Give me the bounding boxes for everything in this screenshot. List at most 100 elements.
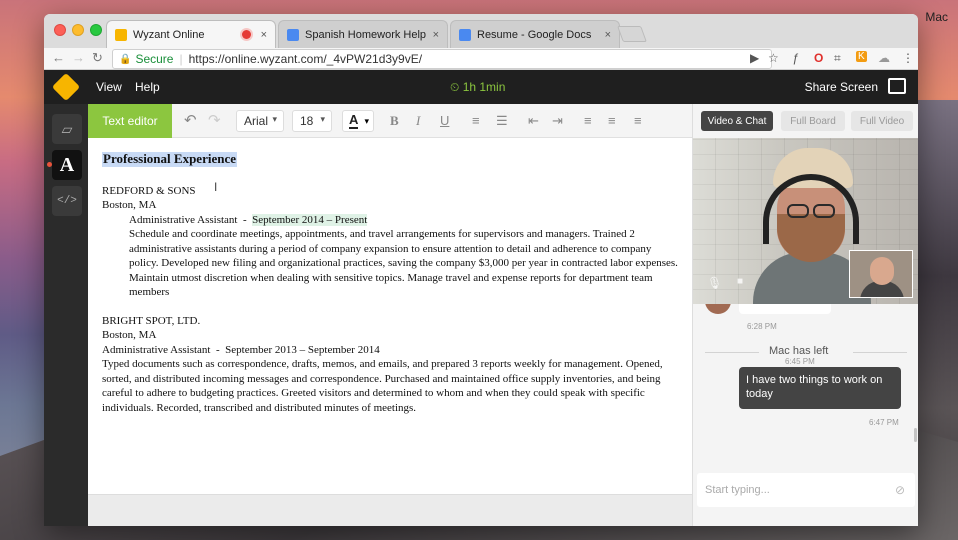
recording-icon (241, 30, 251, 39)
divider (705, 352, 759, 353)
docs-favicon-icon (287, 28, 299, 41)
paperclip-icon[interactable]: ⊘ (895, 483, 905, 497)
tab-title: Wyzant Online (133, 28, 205, 41)
video-feed: 🎙 ■ (693, 138, 918, 304)
editor-footer (88, 494, 692, 526)
indent-icon[interactable]: ⇥ (552, 113, 563, 129)
text-cursor-icon: I (214, 180, 218, 194)
tab-spanish-homework[interactable]: Spanish Homework Help - Goo × (278, 20, 448, 48)
secure-label: Secure (135, 52, 174, 66)
address-separator: | (179, 52, 183, 66)
message-timestamp: 6:47 PM (869, 418, 899, 427)
share-screen-icon[interactable] (888, 78, 906, 94)
address-bar[interactable]: 🔒 Secure | https://online.wyzant.com/_4v… (112, 49, 772, 69)
chat-input-placeholder: Start typing... (705, 484, 770, 496)
job-description: Typed documents such as correspondence, … (102, 358, 663, 414)
tab-resume[interactable]: Resume - Google Docs × (450, 20, 620, 48)
menu-view[interactable]: View (96, 80, 122, 94)
numbered-list-icon[interactable]: ☰ (496, 113, 508, 129)
code-editor-tool-icon[interactable]: </> (52, 186, 82, 216)
tab-title: Spanish Homework Help - Goo (305, 28, 429, 41)
document-heading: Professional Experience (102, 151, 237, 167)
tab-full-board[interactable]: Full Board (781, 111, 845, 131)
text-editor-tool-icon[interactable]: A (52, 150, 82, 180)
star-icon[interactable]: ☆ (768, 51, 779, 65)
bullet-list-icon[interactable]: ≡ (472, 113, 480, 128)
url-text: https://online.wyzant.com/_4vPW21d3y9vE/ (188, 52, 423, 66)
font-family-value: Arial (244, 114, 269, 128)
share-screen-button[interactable]: Share Screen (805, 80, 878, 94)
chat-scrollbar[interactable] (914, 428, 917, 442)
os-user-label: Mac (925, 10, 948, 24)
incoming-message-bubble (739, 304, 831, 314)
divider (853, 352, 907, 353)
tab-full-video[interactable]: Full Video (851, 111, 913, 131)
menu-help[interactable]: Help (135, 80, 160, 94)
italic-icon[interactable]: I (416, 113, 420, 129)
browser-window: Wyzant Online × Spanish Homework Help - … (44, 14, 918, 526)
screen-icon[interactable]: ⌗ (834, 51, 841, 66)
font-size-select[interactable]: 18 ▾ (292, 110, 332, 132)
outgoing-message-bubble: I have two things to work on today (739, 367, 901, 409)
outdent-icon[interactable]: ⇤ (528, 113, 539, 129)
message-timestamp: 6:45 PM (785, 357, 815, 366)
company-name: BRIGHT SPOT, LTD. (102, 315, 201, 327)
text-color-button[interactable]: A ▾ (342, 110, 374, 132)
opera-icon[interactable]: O (814, 51, 823, 65)
align-left-icon[interactable]: ≡ (584, 113, 592, 128)
redo-icon[interactable]: ↷ (208, 111, 221, 129)
wyzant-favicon-icon (115, 28, 127, 41)
tab-wyzant[interactable]: Wyzant Online × (106, 20, 276, 48)
whiteboard-tool-icon[interactable]: ▱ (52, 114, 82, 144)
company-name: REDFORD & SONS (102, 185, 196, 197)
tab-close-icon[interactable]: × (433, 29, 439, 41)
new-tab-button[interactable] (617, 26, 647, 42)
camera-icon[interactable]: ▶ (750, 51, 759, 65)
document-editor[interactable]: Professional Experience I REDFORD & SONS… (88, 138, 692, 494)
tab-title: Resume - Google Docs (477, 28, 592, 41)
text-color-icon: A (349, 112, 359, 129)
font-family-select[interactable]: Arial ▾ (236, 110, 284, 132)
close-window-button[interactable] (54, 24, 66, 36)
minimize-window-button[interactable] (72, 24, 84, 36)
chevron-down-icon: ▾ (320, 114, 325, 124)
camera-toggle-icon[interactable]: ■ (737, 276, 743, 287)
tab-strip: Wyzant Online × Spanish Homework Help - … (44, 14, 918, 48)
right-panel: Video & Chat Full Board Full Video 🎙 ■ 6… (692, 104, 918, 526)
lock-icon: 🔒 (119, 53, 132, 65)
function-icon[interactable]: ƒ (792, 51, 799, 65)
back-arrow-icon[interactable]: ← (52, 50, 65, 65)
font-size-value: 18 (300, 114, 314, 128)
tab-close-icon[interactable]: × (605, 29, 611, 41)
microphone-icon[interactable]: 🎙 (707, 276, 722, 290)
tab-close-icon[interactable]: × (261, 29, 267, 41)
docs-favicon-icon (459, 28, 471, 41)
message-timestamp: 6:28 PM (747, 322, 777, 331)
align-right-icon[interactable]: ≡ (634, 113, 642, 128)
system-message: Mac has left (769, 345, 829, 357)
bold-icon[interactable]: B (390, 113, 399, 129)
zoom-window-button[interactable] (90, 24, 102, 36)
tab-text-editor[interactable]: Text editor (88, 104, 172, 138)
job-description: Schedule and coordinate meetings, appoin… (129, 228, 678, 298)
underline-icon[interactable]: U (440, 113, 449, 128)
app-header: View Help ⏲ 1h 1min Share Screen (44, 70, 918, 104)
cloud-icon[interactable]: ☁ (878, 51, 890, 65)
job-title: Administrative Assistant - (129, 214, 253, 226)
self-view-video[interactable] (849, 250, 913, 298)
tool-rail: ▱ A </> (44, 104, 88, 526)
editor-toolbar: Text editor ↶ ↷ Arial ▾ 18 ▾ A ▾ B I U ≡… (88, 104, 692, 138)
undo-icon[interactable]: ↶ (184, 111, 197, 129)
job-role: Administrative Assistant - September 201… (129, 213, 368, 228)
wyzant-logo-icon (51, 72, 81, 102)
session-timer: ⏲ 1h 1min (450, 80, 506, 94)
k-icon[interactable]: K (856, 51, 867, 62)
reload-icon[interactable]: ↻ (92, 50, 103, 66)
more-icon[interactable]: ⋮ (902, 51, 914, 65)
align-center-icon[interactable]: ≡ (608, 113, 616, 128)
job-dates-highlight: September 2014 – Present (252, 214, 368, 226)
avatar (705, 304, 731, 314)
tab-video-chat[interactable]: Video & Chat (701, 111, 773, 131)
forward-arrow-icon[interactable]: → (72, 50, 85, 65)
chat-input[interactable]: Start typing... ⊘ (697, 473, 915, 507)
